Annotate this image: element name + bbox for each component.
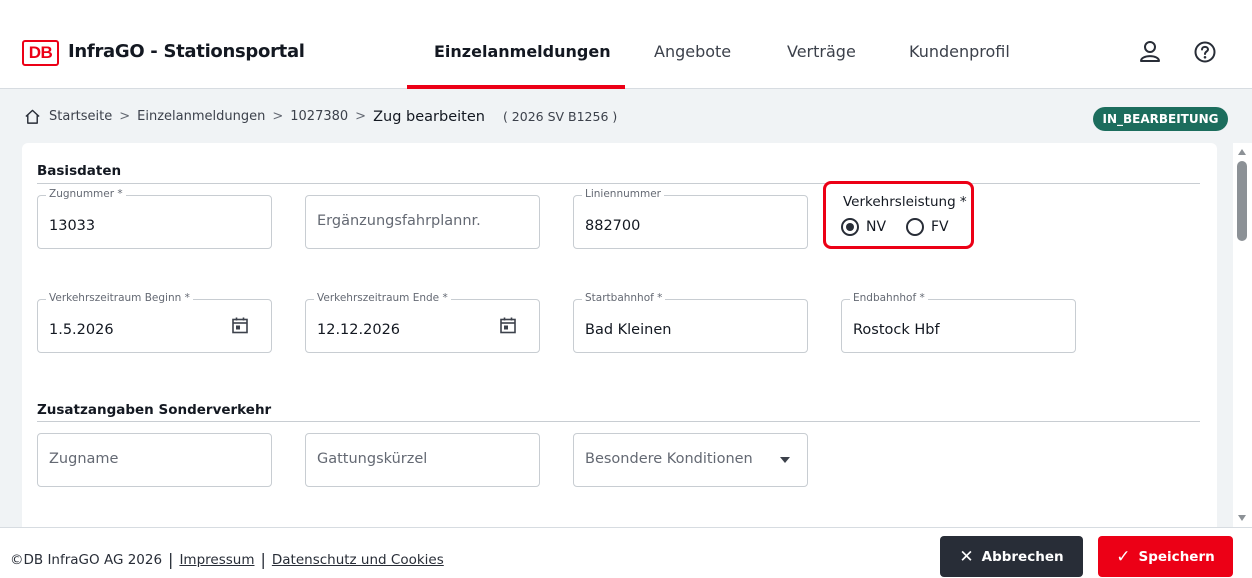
db-logo[interactable]: DB xyxy=(22,40,59,66)
startbahnhof-label: Startbahnhof * xyxy=(582,292,666,304)
nav-angebote[interactable]: Angebote xyxy=(654,42,731,61)
section-divider xyxy=(37,183,1200,184)
footer-links: ©DB InfraGO AG 2026 | Impressum | Datens… xyxy=(10,550,444,569)
breadcrumb-separator: > xyxy=(272,109,284,124)
nav-vertraege[interactable]: Verträge xyxy=(787,42,856,61)
checkmark-icon: ✓ xyxy=(1116,546,1131,567)
user-icon[interactable] xyxy=(1137,39,1163,65)
ende-value: 12.12.2026 xyxy=(317,322,401,338)
breadcrumb-current: Zug bearbeiten xyxy=(373,108,485,125)
radio-nv-label: NV xyxy=(866,219,887,235)
scrollbar-thumb[interactable] xyxy=(1237,161,1247,241)
radio-checked-icon[interactable] xyxy=(841,218,859,236)
beginn-label: Verkehrszeitraum Beginn * xyxy=(46,292,193,304)
besondere-konditionen-select[interactable]: Besondere Konditionen xyxy=(573,433,808,487)
startbahnhof-value: Bad Kleinen xyxy=(585,322,672,338)
section-divider xyxy=(37,421,1200,422)
verkehrszeitraum-beginn-field[interactable]: Verkehrszeitraum Beginn * 1.5.2026 xyxy=(37,292,272,353)
breadcrumb-separator: > xyxy=(119,109,131,124)
liniennummer-value: 882700 xyxy=(585,218,641,234)
breadcrumb-code: ( 2026 SV B1256 ) xyxy=(502,109,618,124)
home-icon[interactable] xyxy=(24,108,41,125)
breadcrumb-einzelanmeldungen[interactable]: Einzelanmeldungen xyxy=(137,109,265,124)
gattungskuerzel-field[interactable]: Gattungskürzel xyxy=(305,433,540,487)
breadcrumb-startseite[interactable]: Startseite xyxy=(49,109,112,124)
radio-fv-label: FV xyxy=(931,219,949,235)
calendar-icon[interactable] xyxy=(231,316,249,334)
breadcrumb: Startseite > Einzelanmeldungen > 1027380… xyxy=(24,108,617,125)
datenschutz-link[interactable]: Datenschutz und Cookies xyxy=(272,552,444,568)
footer-divider: | xyxy=(260,550,266,569)
breadcrumb-1027380[interactable]: 1027380 xyxy=(290,109,348,124)
save-button[interactable]: ✓ Speichern xyxy=(1098,536,1233,577)
calendar-icon[interactable] xyxy=(499,316,517,334)
liniennummer-field[interactable]: Liniennummer 882700 xyxy=(573,188,808,249)
status-badge: IN_BEARBEITUNG xyxy=(1093,107,1228,131)
form-card: Basisdaten Zugnummer * 13033 Ergänzungsf… xyxy=(22,143,1217,527)
breadcrumb-separator: > xyxy=(355,109,367,124)
radio-nv[interactable]: NV xyxy=(841,218,886,236)
gattungskuerzel-placeholder: Gattungskürzel xyxy=(317,451,428,467)
zugnummer-field[interactable]: Zugnummer * 13033 xyxy=(37,188,272,249)
zugname-placeholder: Zugname xyxy=(49,451,119,467)
verkehrszeitraum-ende-field[interactable]: Verkehrszeitraum Ende * 12.12.2026 xyxy=(305,292,540,353)
besondere-konditionen-placeholder: Besondere Konditionen xyxy=(585,451,753,467)
zugnummer-label: Zugnummer * xyxy=(46,188,126,200)
zugname-field[interactable]: Zugname xyxy=(37,433,272,487)
section-title-basisdaten: Basisdaten xyxy=(37,163,122,179)
chevron-down-icon[interactable] xyxy=(780,457,790,463)
verkehrsleistung-radio-group: Verkehrsleistung * NV FV xyxy=(823,181,974,249)
vertical-scrollbar[interactable] xyxy=(1233,143,1252,527)
cancel-button-label: Abbrechen xyxy=(981,548,1064,565)
app-title[interactable]: InfraGO - Stationsportal xyxy=(68,41,305,62)
endbahnhof-field[interactable]: Endbahnhof * Rostock Hbf xyxy=(841,292,1076,353)
ergaenzungsfahrplannr-placeholder: Ergänzungsfahrplannr. xyxy=(317,213,481,229)
radio-unchecked-icon[interactable] xyxy=(906,218,924,236)
nav-einzelanmeldungen[interactable]: Einzelanmeldungen xyxy=(434,42,611,61)
liniennummer-label: Liniennummer xyxy=(582,188,664,200)
endbahnhof-label: Endbahnhof * xyxy=(850,292,928,304)
startbahnhof-field[interactable]: Startbahnhof * Bad Kleinen xyxy=(573,292,808,353)
impressum-link[interactable]: Impressum xyxy=(179,552,254,568)
footer-copyright: ©DB InfraGO AG 2026 xyxy=(10,551,163,568)
ergaenzungsfahrplannr-field[interactable]: Ergänzungsfahrplannr. xyxy=(305,195,540,249)
help-icon[interactable] xyxy=(1192,39,1218,65)
app-header: DB InfraGO - Stationsportal Einzelanmeld… xyxy=(0,0,1252,89)
ende-label: Verkehrszeitraum Ende * xyxy=(314,292,451,304)
save-button-label: Speichern xyxy=(1138,548,1215,565)
scroll-down-arrow-icon[interactable] xyxy=(1238,515,1246,521)
endbahnhof-value: Rostock Hbf xyxy=(853,322,940,338)
zugnummer-value: 13033 xyxy=(49,218,96,234)
nav-kundenprofil[interactable]: Kundenprofil xyxy=(909,42,1010,61)
cancel-button[interactable]: ✕ Abbrechen xyxy=(940,536,1083,577)
beginn-value: 1.5.2026 xyxy=(49,322,114,338)
footer-divider: | xyxy=(168,550,174,569)
verkehrsleistung-label: Verkehrsleistung * xyxy=(843,194,967,210)
section-title-sonderverkehr: Zusatzangaben Sonderverkehr xyxy=(37,402,272,418)
close-icon: ✕ xyxy=(959,546,974,567)
radio-fv[interactable]: FV xyxy=(906,218,949,236)
scroll-up-arrow-icon[interactable] xyxy=(1238,149,1246,155)
